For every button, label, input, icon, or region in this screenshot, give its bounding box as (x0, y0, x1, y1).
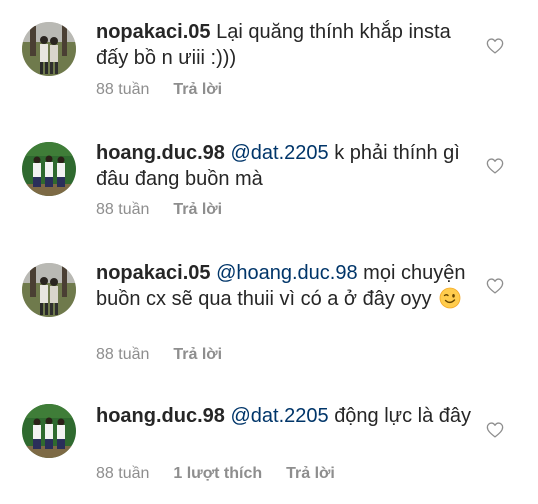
comment-body: động lực là đây (334, 405, 471, 427)
comment-time[interactable]: 88 tuần (96, 346, 149, 363)
comment-meta: 88 tuần Trả lời (96, 80, 222, 100)
comment-username[interactable]: nopakaci.05 (96, 262, 211, 284)
heart-icon[interactable] (486, 278, 504, 294)
like-count[interactable]: 1 lượt thích (173, 465, 262, 482)
comment-text: hoang.duc.98 @dat.2205 k phải thính gì đ… (96, 140, 476, 192)
comment-username[interactable]: hoang.duc.98 (96, 405, 225, 427)
reply-button[interactable]: Trả lời (173, 201, 222, 218)
comment-mention[interactable]: @dat.2205 (230, 405, 328, 427)
comment-mention[interactable]: @dat.2205 (230, 142, 328, 164)
reply-button[interactable]: Trả lời (173, 346, 222, 363)
avatar[interactable] (22, 263, 76, 317)
winking-face-emoji (439, 287, 461, 309)
comment-meta: 88 tuần Trả lời (96, 345, 222, 365)
comment-text: nopakaci.05 @hoang.duc.98 mọi chuyện buồ… (96, 260, 476, 312)
avatar[interactable] (22, 22, 76, 76)
heart-icon[interactable] (486, 38, 504, 54)
heart-icon[interactable] (486, 422, 504, 438)
avatar[interactable] (22, 404, 76, 458)
reply-button[interactable]: Trả lời (173, 81, 222, 98)
comment-time[interactable]: 88 tuần (96, 201, 149, 218)
comment-meta: 88 tuần Trả lời (96, 200, 222, 220)
comment-username[interactable]: hoang.duc.98 (96, 142, 225, 164)
comment-text: hoang.duc.98 @dat.2205 động lực là đây (96, 403, 476, 429)
comment-time[interactable]: 88 tuần (96, 465, 149, 482)
comment-time[interactable]: 88 tuần (96, 81, 149, 98)
comment-mention[interactable]: @hoang.duc.98 (216, 262, 358, 284)
heart-icon[interactable] (486, 158, 504, 174)
comment-text: nopakaci.05 Lại quăng thính khắp insta đ… (96, 19, 476, 71)
comment-meta: 88 tuần 1 lượt thích Trả lời (96, 464, 335, 484)
reply-button[interactable]: Trả lời (286, 465, 335, 482)
comment-username[interactable]: nopakaci.05 (96, 21, 211, 43)
avatar[interactable] (22, 142, 76, 196)
